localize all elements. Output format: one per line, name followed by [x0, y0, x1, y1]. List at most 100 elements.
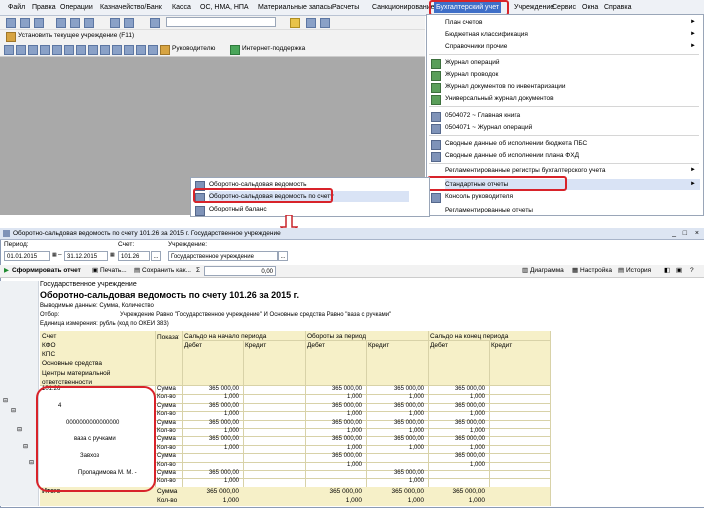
- help-icon[interactable]: ?: [690, 266, 694, 276]
- menu-sanction[interactable]: Санкционирование: [372, 2, 435, 13]
- grouping-gutter: ⊟ ⊟ ⊟ ⊟ ⊟: [0, 281, 39, 506]
- search-input[interactable]: [166, 17, 276, 27]
- collapse-icon[interactable]: ⊟: [11, 407, 16, 414]
- toolbar-icon-6[interactable]: [64, 45, 74, 55]
- toolbar-icon-11[interactable]: [124, 45, 134, 55]
- total-indicator: Сумма: [157, 488, 178, 495]
- institution-select-button[interactable]: ...: [278, 251, 288, 261]
- window-icon: [3, 230, 10, 237]
- cut-icon[interactable]: [56, 18, 66, 28]
- menu-operations[interactable]: Операции: [60, 2, 93, 13]
- collapse-icon[interactable]: ⊟: [3, 397, 8, 404]
- account-input[interactable]: 101.26: [118, 251, 150, 261]
- settings-button[interactable]: Настройка: [580, 266, 612, 276]
- calc-icon[interactable]: [306, 18, 316, 28]
- cell-value: 1,000: [223, 478, 239, 485]
- toolbar-icon-5[interactable]: [52, 45, 62, 55]
- institution-input[interactable]: Государственное учреждение: [168, 251, 278, 261]
- menu-item-journal-0504071[interactable]: 0504071 ~ Журнал операций: [445, 122, 532, 133]
- row-indicator: Кол-во: [157, 444, 176, 451]
- menu-help[interactable]: Справка: [604, 2, 631, 13]
- date-to-input[interactable]: 31.12.2015: [64, 251, 108, 261]
- history-button[interactable]: История: [626, 266, 651, 276]
- manager-button[interactable]: Руководителю: [172, 44, 215, 54]
- menu-settlements[interactable]: Расчеты: [332, 2, 359, 13]
- menu-treasury[interactable]: Казначейство/Банк: [100, 2, 162, 13]
- toolbar-extra-icon-2[interactable]: ▣: [676, 266, 682, 276]
- maximize-icon[interactable]: □: [683, 228, 687, 239]
- menu-item-operations-journal[interactable]: Журнал операций: [445, 57, 500, 68]
- menu-item-budget-classification[interactable]: Бюджетная классификация ►: [445, 29, 700, 40]
- menu-fixed-assets[interactable]: ОС, НМА, НПА: [200, 2, 249, 13]
- menu-item-postings-journal[interactable]: Журнал проводок: [445, 69, 498, 80]
- redo-icon[interactable]: [124, 18, 134, 28]
- cell-value: 365 000,00: [208, 436, 239, 443]
- toolbar-extra-icon-1[interactable]: ◧: [664, 266, 670, 276]
- collapse-icon[interactable]: ⊟: [23, 443, 28, 450]
- paste-icon[interactable]: [84, 18, 94, 28]
- row-indicator: Кол-во: [157, 411, 176, 418]
- sum-field[interactable]: 0,00: [204, 266, 276, 276]
- menu-item-inventory-journal[interactable]: Журнал документов по инвентаризации: [445, 81, 566, 92]
- menu-item-chart-of-accounts[interactable]: План счетов ►: [445, 17, 700, 28]
- total-value: 1,000: [345, 497, 362, 504]
- menu-cash[interactable]: Касса: [172, 2, 191, 13]
- menu-edit[interactable]: Правка: [32, 2, 56, 13]
- menu-service[interactable]: Сервис: [552, 2, 576, 13]
- menu-item-manager-console[interactable]: Консоль руководителя: [445, 191, 513, 202]
- undo-icon[interactable]: [110, 18, 120, 28]
- toolbar-icon-1[interactable]: [4, 45, 14, 55]
- open-icon[interactable]: [20, 18, 30, 28]
- toolbar-icon-9[interactable]: [100, 45, 110, 55]
- toolbar-icon-10[interactable]: [112, 45, 122, 55]
- menu-file[interactable]: Файл: [8, 2, 25, 13]
- close-icon[interactable]: ×: [695, 228, 699, 239]
- toolbar-icon-3[interactable]: [28, 45, 38, 55]
- cell-value: 365 000,00: [331, 402, 362, 409]
- menu-institution[interactable]: Учреждение: [514, 2, 554, 13]
- settings-icon: ▦: [572, 267, 579, 274]
- calendar-icon[interactable]: [320, 18, 330, 28]
- menu-item-budget-summary[interactable]: Сводные данные об исполнении бюджета ПБС: [445, 138, 587, 149]
- set-institution-button[interactable]: Установить текущее учреждение (F11): [18, 31, 134, 41]
- save-as-button[interactable]: Сохранить как...: [142, 266, 191, 276]
- minimize-icon[interactable]: _: [672, 228, 676, 239]
- print-button[interactable]: Печать...: [100, 266, 127, 276]
- toolbar-icon-13[interactable]: [148, 45, 158, 55]
- collapse-icon[interactable]: ⊟: [17, 426, 22, 433]
- date-from-input[interactable]: 01.01.2015: [4, 251, 50, 261]
- cell-value: 1,000: [346, 461, 362, 468]
- toolbar-icon-4[interactable]: [40, 45, 50, 55]
- submenu-item-turnover-balance[interactable]: Оборотный баланс: [209, 204, 267, 212]
- menu-item-universal-journal[interactable]: Универсальный журнал документов: [445, 93, 554, 104]
- toolbar-icon-8[interactable]: [88, 45, 98, 55]
- menu-item-regulated-reports[interactable]: Регламентированные отчеты: [445, 205, 533, 213]
- collapse-icon[interactable]: ⊟: [29, 459, 34, 466]
- account-select-button[interactable]: ...: [151, 251, 161, 261]
- internet-support-button[interactable]: Интернет-поддержка: [242, 44, 305, 54]
- menu-item-fhd-summary[interactable]: Сводные данные об исполнении плана ФХД: [445, 150, 579, 161]
- menu-item-other-references[interactable]: Справочники прочие ►: [445, 41, 700, 52]
- calendar-icon[interactable]: ▦: [110, 252, 115, 258]
- toolbar-icon-2[interactable]: [16, 45, 26, 55]
- menu-materials[interactable]: Материальные запасы: [258, 2, 332, 13]
- help-icon[interactable]: [290, 18, 300, 28]
- toolbar-icon-12[interactable]: [136, 45, 146, 55]
- calendar-icon[interactable]: ▦: [52, 252, 57, 258]
- cell-value: 1,000: [408, 478, 424, 485]
- copy-icon[interactable]: [70, 18, 80, 28]
- menu-item-general-ledger[interactable]: 0504072 ~ Главная книга: [445, 110, 520, 121]
- cell-value: 1,000: [408, 394, 424, 401]
- menu-item-regulated-registers[interactable]: Регламентированные регистры бухгалтерско…: [445, 165, 700, 176]
- new-doc-icon[interactable]: [6, 18, 16, 28]
- header-debit: Дебет: [307, 342, 325, 349]
- cell-value: 1,000: [408, 444, 424, 451]
- find-icon[interactable]: [150, 18, 160, 28]
- diagram-button[interactable]: Диаграмма: [530, 266, 564, 276]
- menu-windows[interactable]: Окна: [582, 2, 598, 13]
- journal-icon: [431, 95, 441, 105]
- toolbar-icon-7[interactable]: [76, 45, 86, 55]
- save-icon[interactable]: [34, 18, 44, 28]
- total-value: 1,000: [407, 497, 424, 504]
- generate-report-button[interactable]: Сформировать отчет: [12, 266, 81, 276]
